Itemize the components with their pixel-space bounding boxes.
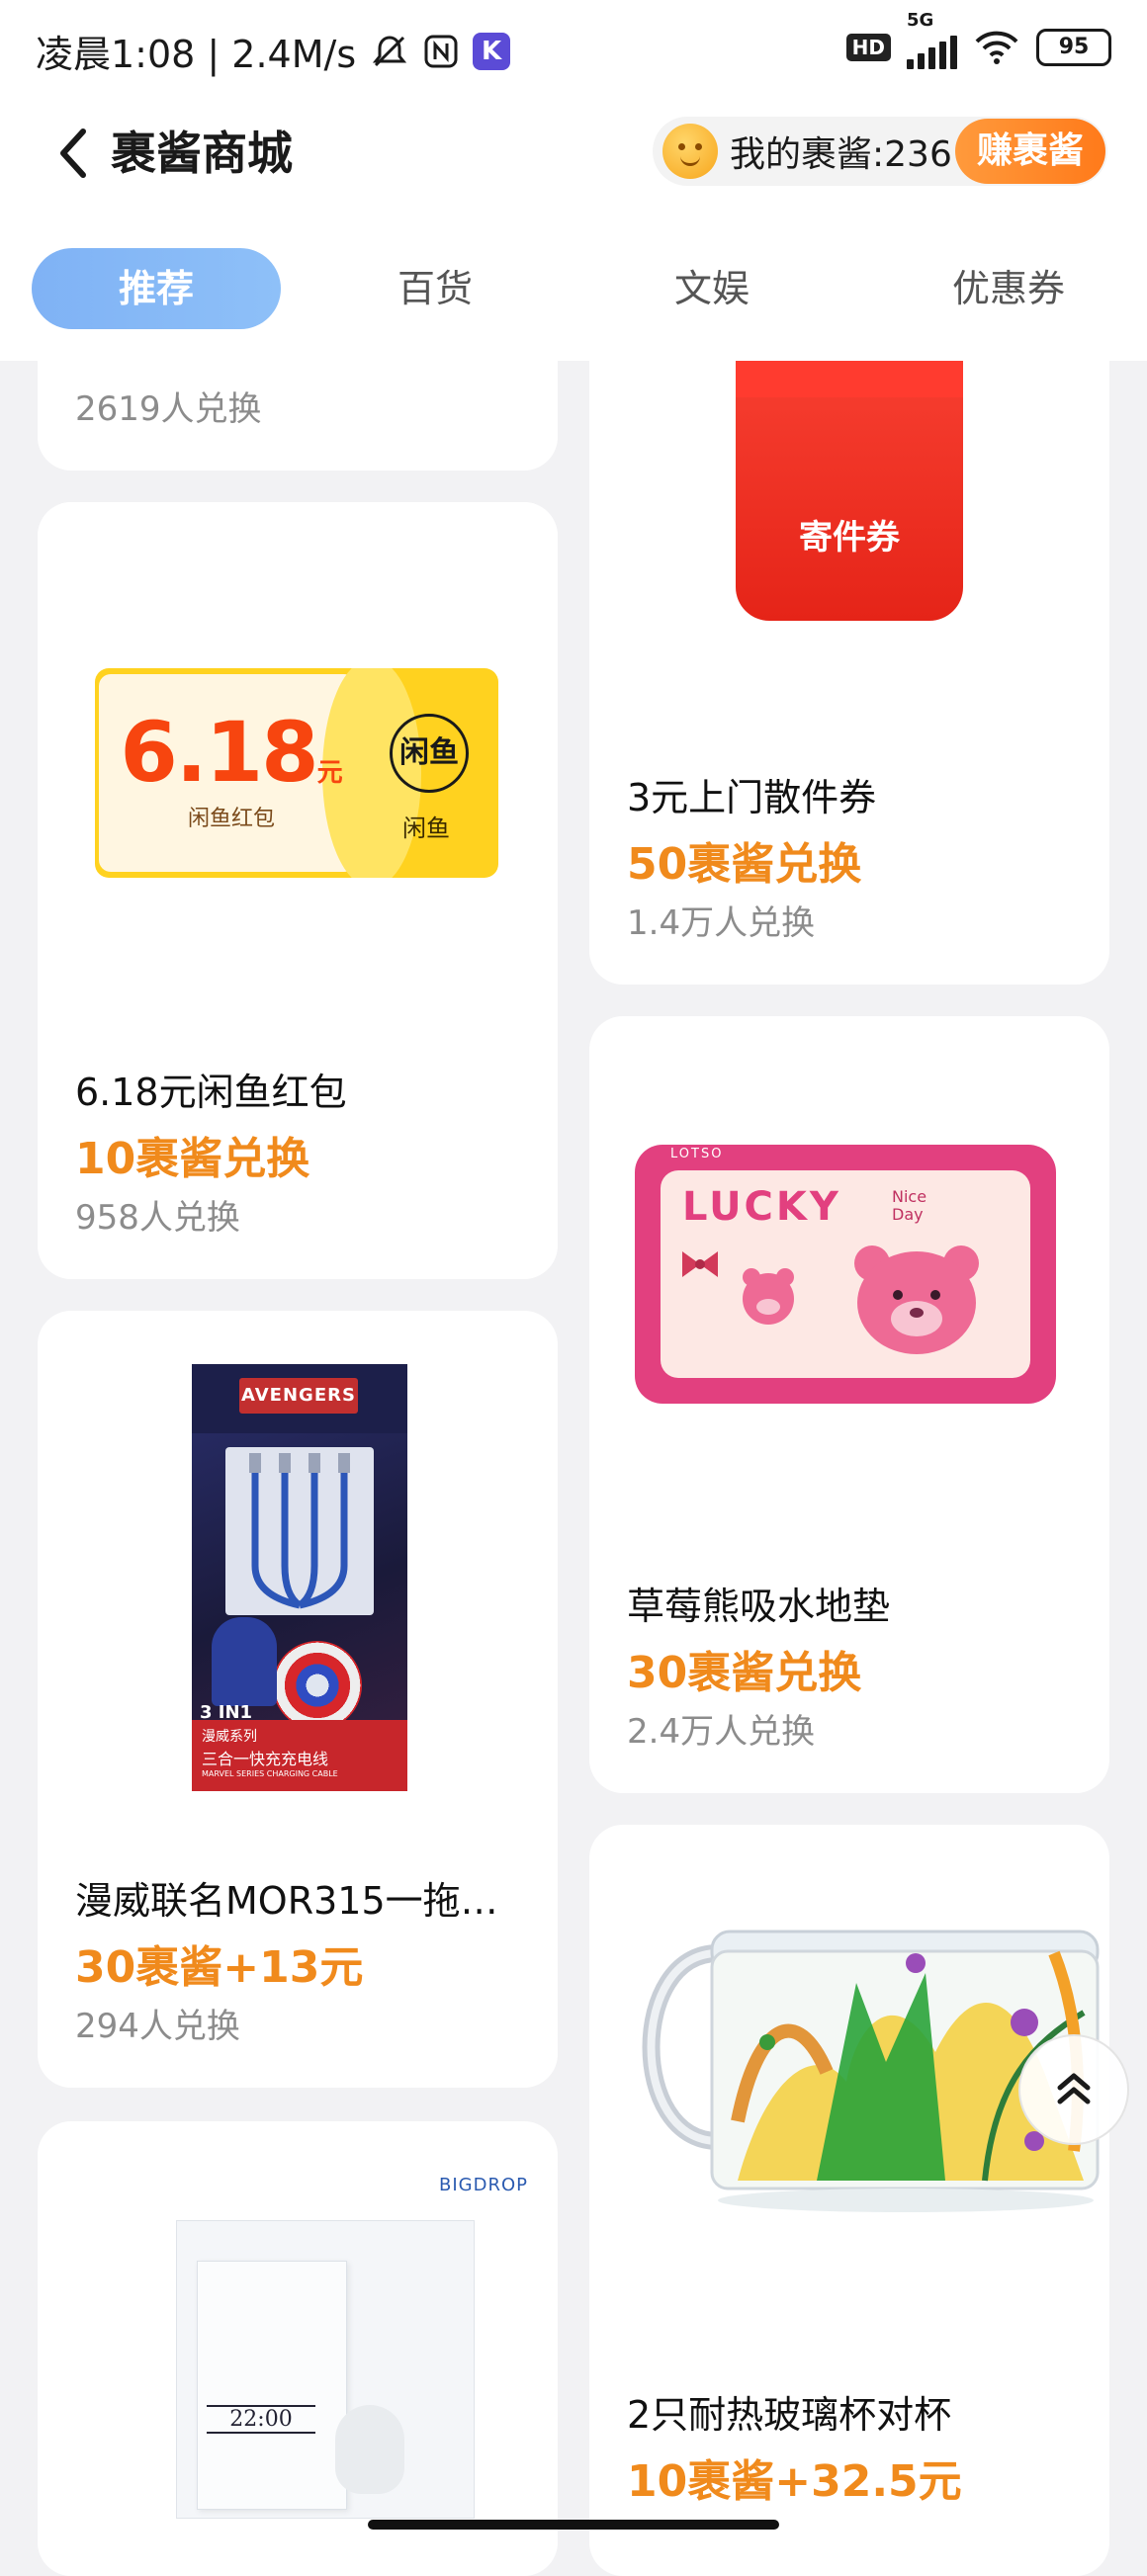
back-button[interactable] xyxy=(45,121,101,186)
product-card[interactable]: BIGDROP 22:00 xyxy=(38,2121,558,2576)
cable-desc-en: MARVEL SERIES CHARGING CABLE xyxy=(202,1769,338,1778)
glass-cup-image xyxy=(642,1930,1100,2212)
chevron-up-icon xyxy=(1057,2073,1091,2104)
product-count: 958人兑换 xyxy=(75,1198,240,1238)
lotso-mat-image: LUCKY Nice Day LOTSO xyxy=(635,1145,1056,1404)
balance-label: 我的裹酱:236 xyxy=(730,134,952,175)
product-name: 草莓熊吸水地垫 xyxy=(627,1585,891,1628)
coupon-amount: 6.18 xyxy=(120,704,318,801)
product-count: 2619人兑换 xyxy=(75,389,262,429)
marvel-cable-box: AVENGERS 3 IN1 漫威系列 三合一快充充电线 MARVEL SERI… xyxy=(192,1364,407,1791)
earn-button[interactable]: 赚裹酱 xyxy=(954,119,1105,184)
xianyu-brand: 闲鱼 xyxy=(402,815,450,842)
product-price: 10裹酱兑换 xyxy=(75,1134,310,1184)
cable-series: 漫威系列 xyxy=(202,1729,257,1745)
product-count: 1.4万人兑换 xyxy=(627,903,816,943)
status-bar: 凌晨1:08 | 2.4M/s K HD 5G 95 xyxy=(0,0,1147,99)
small-bear-icon xyxy=(743,1268,794,1325)
cellular-signal-icon: 5G xyxy=(907,10,957,69)
product-price: 30裹酱+13元 xyxy=(75,1942,364,1993)
avengers-logo: AVENGERS xyxy=(239,1378,358,1414)
xianyu-coupon-image: 6.18元 闲鱼红包 闲鱼 闲鱼 xyxy=(95,668,498,878)
balance-pill[interactable]: 我的裹酱:236 赚裹酱 xyxy=(653,117,1107,186)
nav-bar: 裹酱商城 我的裹酱:236 赚裹酱 xyxy=(0,99,1147,208)
tab-entertainment[interactable]: 文娱 xyxy=(633,248,791,329)
back-to-top-button[interactable] xyxy=(1018,2034,1129,2145)
xianyu-logo: 闲鱼 xyxy=(390,714,469,793)
product-count: 2.4万人兑换 xyxy=(627,1712,816,1752)
tab-recommend[interactable]: 推荐 xyxy=(32,248,281,329)
lucky-text: LUCKY xyxy=(682,1184,841,1230)
badge-3in1: 3 IN1 xyxy=(200,1702,253,1723)
product-card[interactable]: 2只耐热玻璃杯对杯 10裹酱+32.5元 xyxy=(589,1825,1109,2576)
mask-time-label: 22:00 xyxy=(207,2405,315,2434)
mute-icon xyxy=(373,35,407,66)
header: 凌晨1:08 | 2.4M/s K HD 5G 95 裹酱商城 我的裹酱:236… xyxy=(0,0,1147,361)
chevron-left-icon xyxy=(60,129,86,178)
product-price: 50裹酱兑换 xyxy=(627,839,862,890)
tab-general-goods[interactable]: 百货 xyxy=(356,248,514,329)
border-text: LOTSO xyxy=(670,1147,724,1161)
product-count: 294人兑换 xyxy=(75,2007,240,2046)
product-image: 6.18元 闲鱼红包 闲鱼 闲鱼 xyxy=(38,502,558,1026)
coupon-sub: 闲鱼红包 xyxy=(187,807,275,831)
brand-logo: BIGDROP xyxy=(439,2175,528,2195)
product-image: AVENGERS 3 IN1 漫威系列 三合一快充充电线 MARVEL SERI… xyxy=(38,1311,558,1835)
cable-illustration xyxy=(225,1447,374,1615)
product-name: 3元上门散件券 xyxy=(627,776,877,819)
product-name: 6.18元闲鱼红包 xyxy=(75,1071,347,1114)
nfc-icon xyxy=(424,35,458,67)
product-price: 30裹酱兑换 xyxy=(627,1648,862,1698)
page-title: 裹酱商城 xyxy=(111,127,293,180)
status-left: 凌晨1:08 | 2.4M/s K xyxy=(36,24,511,78)
cable-desc: 三合一快充充电线 xyxy=(202,1750,329,1768)
hd-icon: HD xyxy=(845,34,891,61)
strawberry-bear-icon xyxy=(854,1245,979,1354)
bow-icon xyxy=(682,1251,718,1277)
product-card[interactable]: AVENGERS 3 IN1 漫威系列 三合一快充充电线 MARVEL SERI… xyxy=(38,1311,558,2088)
app-notification-icon: K xyxy=(473,32,511,70)
product-name: 2只耐热玻璃杯对杯 xyxy=(627,2393,952,2437)
coupon-label: 寄件券 xyxy=(799,518,900,558)
product-card[interactable]: 6.18元 闲鱼红包 闲鱼 闲鱼 6.18元闲鱼红包 10裹酱兑换 958人兑换 xyxy=(38,502,558,1279)
coupon-unit: 元 xyxy=(316,758,343,788)
network-type: 5G xyxy=(907,10,934,31)
coin-icon xyxy=(662,124,718,179)
captain-figure xyxy=(212,1617,277,1706)
product-card[interactable]: LUCKY Nice Day LOTSO 草莓熊吸水地垫 30裹酱兑换 2.4万… xyxy=(589,1016,1109,1793)
mask-box-image: 22:00 xyxy=(176,2220,475,2519)
product-name: 漫威联名MOR315一拖… xyxy=(75,1879,498,1923)
nice-day-text: Nice Day xyxy=(892,1187,927,1224)
status-time: 凌晨1:08 | 2.4M/s xyxy=(36,33,357,76)
tab-coupons[interactable]: 优惠券 xyxy=(920,248,1098,329)
category-tabs: 推荐 百货 文娱 优惠券 xyxy=(0,242,1147,331)
shield-icon xyxy=(273,1641,362,1730)
wifi-icon xyxy=(975,31,1018,64)
home-indicator[interactable] xyxy=(368,2520,779,2530)
product-price: 10裹酱+32.5元 xyxy=(627,2456,962,2507)
battery-icon: 95 xyxy=(1036,29,1111,66)
status-right: HD 5G 95 xyxy=(845,10,1111,69)
